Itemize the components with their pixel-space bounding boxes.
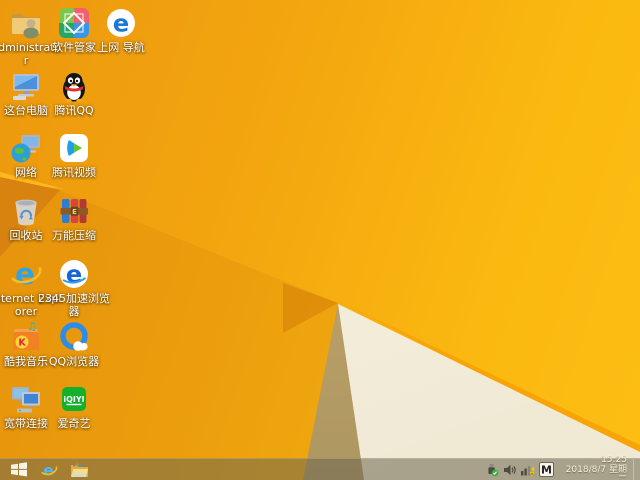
usb-safely-remove-icon[interactable]	[484, 462, 499, 477]
svg-text:e: e	[66, 261, 82, 289]
clock-time: 15:25	[601, 454, 627, 465]
2345-browser-e-icon: e	[57, 257, 91, 291]
taskbar-internet-explorer-button[interactable]: e	[34, 459, 64, 480]
internet-explorer-icon: e	[41, 461, 58, 479]
browser-e-icon: e	[104, 6, 138, 40]
archive-books-icon: E	[57, 194, 91, 228]
show-desktop-button[interactable]	[633, 459, 638, 480]
desktop-icon-universal-archiver[interactable]: E 万能压缩	[37, 194, 111, 242]
file-explorer-icon	[70, 462, 88, 477]
desktop-icon-label: 上网 导航	[97, 41, 145, 54]
volume-icon[interactable]	[502, 462, 517, 477]
desktop-icon-label: QQ浏览器	[48, 355, 100, 368]
desktop-icon-iqiyi[interactable]: iQIYI 爱奇艺	[37, 382, 111, 430]
start-button[interactable]	[4, 459, 34, 480]
svg-text:e: e	[15, 257, 35, 291]
desktop-icon-2345-browser[interactable]: e 2345加速浏览器	[37, 257, 111, 318]
windows-logo-icon	[11, 462, 27, 477]
taskbar-file-explorer-button[interactable]	[64, 459, 94, 480]
svg-text:iQIYI: iQIYI	[63, 395, 84, 404]
desktop-icon-tencent-video[interactable]: 腾讯视频	[37, 131, 111, 179]
qq-browser-icon	[57, 320, 91, 354]
desktop-icon-label: 万能压缩	[52, 229, 96, 242]
input-method-indicator[interactable]: M	[538, 462, 554, 477]
desktop-icon-web-navigation[interactable]: e 上网 导航	[84, 6, 158, 54]
desktop-icon-qq-browser[interactable]: QQ浏览器	[37, 320, 111, 368]
windows-desktop: Administrator 软件管家 e	[0, 0, 640, 480]
qq-penguin-icon	[57, 69, 91, 103]
tencent-video-play-icon	[57, 131, 91, 165]
clock-date: 2018/8/7 星期二	[565, 464, 627, 480]
desktop-icon-tencent-qq[interactable]: 腾讯QQ	[37, 69, 111, 117]
svg-text:♫: ♫	[27, 320, 37, 333]
taskbar-clock[interactable]: 15:25 2018/8/7 星期二	[557, 455, 630, 480]
iqiyi-icon: iQIYI	[57, 382, 91, 416]
desktop-icon-label: 2345加速浏览器	[38, 292, 110, 318]
svg-text:e: e	[113, 10, 129, 38]
taskbar: e M 15:25 2018/8/7 星期二	[0, 455, 640, 480]
svg-text:M: M	[541, 463, 552, 476]
desktop-icon-label: 爱奇艺	[57, 417, 91, 430]
network-status-warning-icon[interactable]	[520, 462, 535, 477]
desktop-icon-label: 腾讯QQ	[54, 104, 94, 117]
svg-text:E: E	[72, 208, 77, 216]
svg-text:K: K	[18, 338, 26, 349]
svg-text:e: e	[43, 461, 53, 479]
desktop-icon-label: 腾讯视频	[52, 166, 96, 179]
